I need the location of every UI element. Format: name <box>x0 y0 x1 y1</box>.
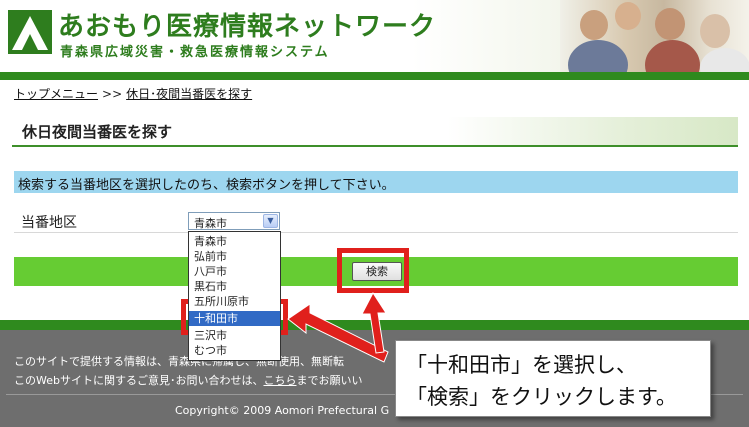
callout-line-1: 「十和田市」を選択し、 <box>406 353 637 377</box>
callout-line-2: 「検索」をクリックします。 <box>406 385 677 409</box>
instruction-callout: 「十和田市」を選択し、 「検索」をクリックします。 <box>395 340 711 417</box>
